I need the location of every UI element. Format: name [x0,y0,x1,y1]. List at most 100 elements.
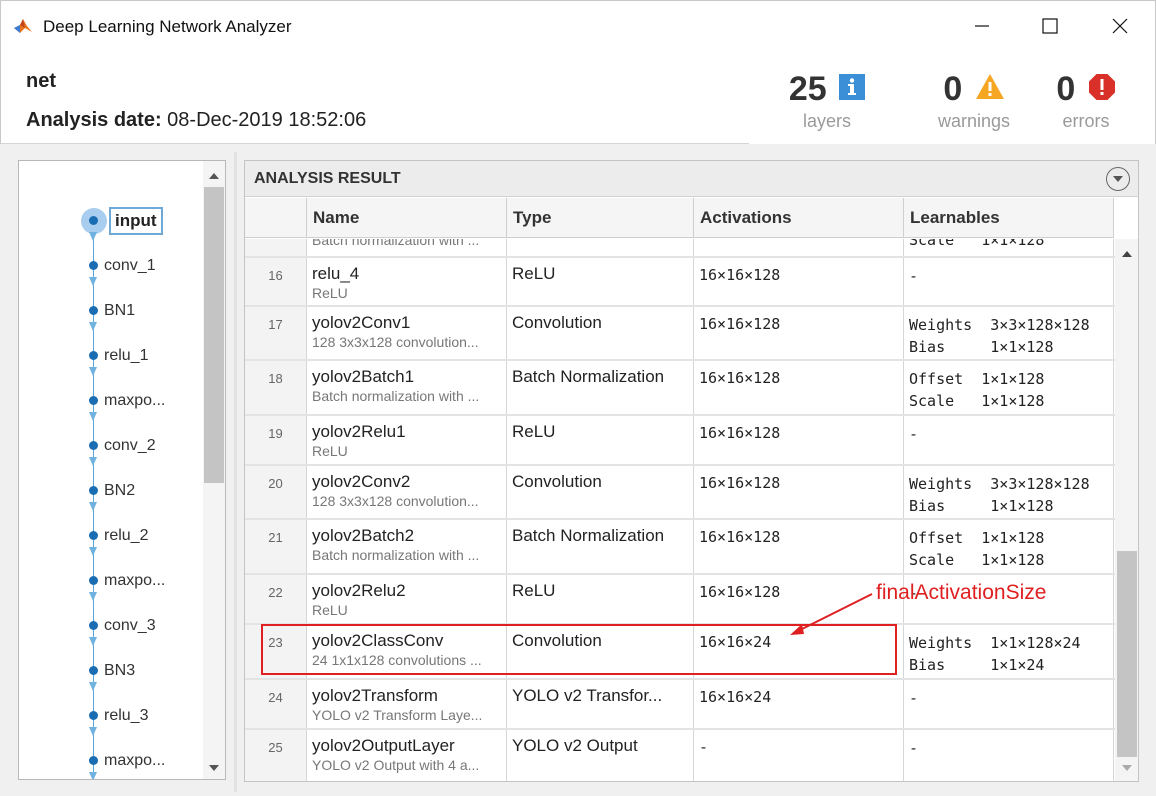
errors-count: 0 [1056,70,1076,108]
column-header-number[interactable] [245,198,307,238]
layer-graph-scrollbar[interactable] [203,161,225,779]
layer-description: Batch normalization with ... [312,388,480,404]
graph-node-maxpo[interactable]: maxpo... [19,390,199,421]
graph-arrow-icon [89,367,97,376]
layer-graph-panel[interactable]: input conv_1 BN1 relu_1 maxpo... conv_2 BN2 rel… [18,160,226,780]
info-icon [839,73,866,100]
layer-type-cell: Batch Normalization [507,520,694,573]
scroll-down-icon[interactable] [209,765,219,771]
layer-name-cell: yolov2Relu2 ReLU [307,575,507,623]
layer-name: yolov2OutputLayer [312,736,455,755]
graph-node-dot [89,216,98,225]
table-row[interactable]: 23 yolov2ClassConv 24 1x1x128 convolutions… [245,625,1115,680]
layer-type-cell: Convolution [507,625,694,678]
graph-node-label: BN3 [104,662,136,679]
analysis-date-label: Analysis date: [26,109,162,131]
layer-type-cell: YOLO v2 Transfor... [507,680,694,728]
table-row[interactable]: 16 relu_4 ReLU ReLU 16×16×128- [245,258,1115,307]
activations-cell: 16×16×128 [694,575,904,623]
table-row[interactable]: 21 yolov2Batch2 Batch normalization with .… [245,520,1115,575]
graph-node-conv_1[interactable]: conv_1 [19,255,199,286]
analysis-date: Analysis date: 08-Dec-2019 18:52:06 [26,109,366,132]
result-table-scrollbar[interactable] [1115,239,1138,781]
graph-node-relu_1[interactable]: relu_1 [19,345,199,376]
warnings-stat: 0 warnings [933,70,1015,132]
layer-name-cell: yolov2Conv1 128 3x3x128 convolution... [307,307,507,359]
graph-node-dot [89,351,98,360]
scroll-down-icon[interactable] [1122,765,1132,771]
column-header-activations[interactable]: Activations [694,198,904,238]
graph-node-label: conv_1 [104,257,156,274]
scroll-up-icon[interactable] [1122,251,1132,257]
layers-stat: 25 layers [787,70,867,132]
graph-node-relu_2[interactable]: relu_2 [19,525,199,556]
graph-node-bn3[interactable]: BN3 [19,660,199,691]
graph-node-maxpo[interactable]: maxpo... [19,570,199,601]
layer-type-cell: ReLU [507,416,694,464]
layer-name: yolov2Transform [312,686,438,705]
table-row[interactable]: 19 yolov2Relu1 ReLU ReLU 16×16×128- [245,416,1115,466]
row-number: 20 [245,466,307,518]
graph-arrow-icon [89,682,97,691]
scrollbar-thumb[interactable] [204,187,224,483]
graph-node-dot [89,261,98,270]
graph-node-conv_3[interactable]: conv_3 [19,615,199,646]
row-number: 24 [245,680,307,728]
learnables-cell: - [904,730,1114,781]
activations-cell: 16×16×24 [694,625,904,678]
layer-name: yolov2Relu1 [312,422,406,441]
graph-node-relu_3[interactable]: relu_3 [19,705,199,736]
layer-description: 128 3x3x128 convolution... [312,334,479,350]
graph-node-bn1[interactable]: BN1 [19,300,199,331]
table-row[interactable]: 24 yolov2Transform YOLO v2 Transform Laye.… [245,680,1115,730]
table-row[interactable]: 20 yolov2Conv2 128 3x3x128 convolution... C… [245,466,1115,520]
window-title: Deep Learning Network Analyzer [43,17,292,36]
graph-node-input[interactable]: input [19,207,199,241]
table-row[interactable]: 17 yolov2Conv1 128 3x3x128 convolution... C… [245,307,1115,361]
column-header-type[interactable]: Type [507,198,694,238]
analysis-summary: net Analysis date: 08-Dec-2019 18:52:06 … [0,52,1156,144]
layer-name-cell: yolov2Transform YOLO v2 Transform Laye... [307,680,507,728]
table-row[interactable]: 25 yolov2OutputLayer YOLO v2 Output with 4… [245,730,1115,781]
maximize-button[interactable] [1015,1,1085,51]
warning-icon [975,73,1004,99]
layer-description: ReLU [312,602,348,618]
layer-name-cell: yolov2ClassConv 24 1x1x128 convolutions .… [307,625,507,678]
graph-node-label: relu_2 [104,527,149,544]
graph-arrow-icon [89,772,97,779]
row-number [245,239,307,256]
title-bar: Deep Learning Network Analyzer [0,0,1156,52]
column-header-name[interactable]: Name [307,198,507,238]
graph-node-bn2[interactable]: BN2 [19,480,199,511]
collapse-chevron-icon[interactable] [1106,167,1130,191]
panel-splitter[interactable] [234,152,237,792]
layer-name: yolov2ClassConv [312,631,444,650]
graph-node-dot [89,441,98,450]
graph-arrow-icon [89,457,97,466]
graph-node-dot [89,396,98,405]
layer-type-cell: Convolution [507,466,694,518]
layer-name-cell: yolov2Conv2 128 3x3x128 convolution... [307,466,507,518]
graph-node-conv_2[interactable]: conv_2 [19,435,199,466]
minimize-button[interactable] [947,1,1017,51]
learnables-cell: - [904,416,1114,464]
analysis-date-value: 08-Dec-2019 18:52:06 [167,109,367,131]
layer-description: 128 3x3x128 convolution... [312,493,479,509]
table-row[interactable]: 18 yolov2Batch1 Batch normalization with .… [245,361,1115,416]
layer-type-cell: ReLU [507,575,694,623]
layer-type-cell: YOLO v2 Output [507,730,694,781]
layer-table: Batch normalization with ... Scale 1×1×1… [245,239,1115,781]
scroll-up-icon[interactable] [209,173,219,179]
table-row[interactable]: Batch normalization with ... Scale 1×1×1… [245,239,1115,258]
scrollbar-thumb[interactable] [1117,551,1137,757]
layer-name-cell: yolov2Batch2 Batch normalization with ... [307,520,507,573]
close-button[interactable] [1085,1,1155,51]
layer-name-cell: Batch normalization with ... [307,239,507,256]
layer-type-cell: Convolution [507,307,694,359]
activations-cell: 16×16×128 [694,361,904,414]
layer-name-cell: relu_4 ReLU [307,258,507,305]
graph-node-maxpo[interactable]: maxpo... [19,750,199,779]
column-header-learnables[interactable]: Learnables [904,198,1114,238]
graph-node-dot [89,621,98,630]
learnables-cell: Weights 3×3×128×128 Bias 1×1×128 [904,307,1114,359]
